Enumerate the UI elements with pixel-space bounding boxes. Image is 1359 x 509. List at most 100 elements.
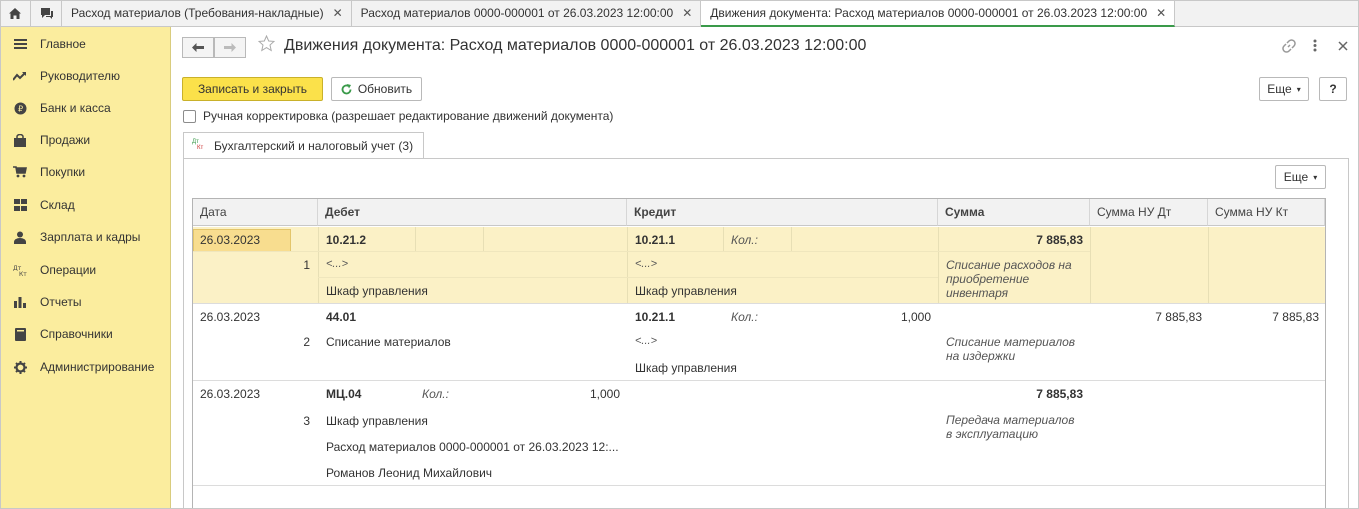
svg-text:Кт: Кт bbox=[19, 271, 27, 277]
more-button[interactable]: Еще ▾ bbox=[1259, 77, 1309, 101]
sidebar-item-label: Главное bbox=[40, 37, 86, 51]
tab-material-document[interactable]: Расход материалов 0000-000001 от 26.03.2… bbox=[352, 0, 702, 26]
chat-icon bbox=[40, 7, 53, 19]
row-number: 2 bbox=[303, 335, 310, 349]
forward-button[interactable] bbox=[214, 37, 246, 58]
tab-material-list[interactable]: Расход материалов (Требования-накладные)… bbox=[62, 0, 352, 26]
sidebar-item-label: Руководителю bbox=[40, 69, 121, 83]
credit-subconto-1: <...> bbox=[635, 258, 658, 270]
book-icon bbox=[0, 327, 40, 341]
sidebar-item-directories[interactable]: Справочники bbox=[0, 319, 171, 349]
sidebar: Главное Руководителю ₽ Банк и касса Прод… bbox=[0, 27, 171, 509]
close-form-icon[interactable] bbox=[1338, 40, 1348, 54]
sidebar-item-purchases[interactable]: Покупки bbox=[0, 157, 171, 187]
more-label: Еще bbox=[1267, 82, 1292, 96]
sidebar-item-label: Операции bbox=[40, 263, 97, 277]
operation-comment: Списание материалов на издержки bbox=[946, 335, 1076, 363]
sidebar-item-main[interactable]: Главное bbox=[0, 29, 171, 59]
sidebar-item-manager[interactable]: Руководителю bbox=[0, 61, 171, 91]
sidebar-item-label: Администрирование bbox=[40, 360, 155, 374]
link-icon[interactable] bbox=[1282, 39, 1296, 56]
bar-chart-icon bbox=[0, 296, 40, 308]
tab-accounting[interactable]: Дт Кт Бухгалтерский и налоговый учет (3) bbox=[183, 132, 425, 159]
tab-document-movements[interactable]: Движения документа: Расход материалов 00… bbox=[701, 0, 1176, 27]
movements-table[interactable]: Дата Дебет Кредит Сумма Сумма НУ Дт Сумм… bbox=[192, 198, 1326, 509]
save-and-close-label: Записать и закрыть bbox=[197, 82, 308, 96]
column-header-nu-dt[interactable]: Сумма НУ Дт bbox=[1090, 199, 1208, 226]
arrow-left-icon bbox=[192, 43, 204, 52]
debit-account: МЦ.04 bbox=[326, 387, 362, 401]
sidebar-item-warehouse[interactable]: Склад bbox=[0, 190, 171, 220]
row-date: 26.03.2023 bbox=[200, 233, 261, 247]
refresh-icon bbox=[341, 83, 352, 94]
operation-comment: Списание расходов на приобретение инвент… bbox=[946, 258, 1072, 300]
sum-value: 7 885,83 bbox=[1036, 387, 1083, 401]
home-button[interactable] bbox=[0, 0, 31, 26]
sidebar-item-bank[interactable]: ₽ Банк и касса bbox=[0, 93, 171, 123]
debit-subconto-1: Шкаф управления bbox=[326, 414, 428, 428]
discussions-button[interactable] bbox=[31, 0, 62, 26]
sidebar-item-label: Зарплата и кадры bbox=[40, 230, 141, 244]
column-header-debit[interactable]: Дебет bbox=[318, 199, 627, 226]
sidebar-item-label: Продажи bbox=[40, 133, 91, 147]
page-title: Движения документа: Расход материалов 00… bbox=[284, 37, 867, 54]
credit-subconto-2: Шкаф управления bbox=[635, 284, 737, 298]
cart-icon bbox=[0, 166, 40, 178]
sum-value: 7 885,83 bbox=[1036, 233, 1083, 247]
column-header-credit[interactable]: Кредит bbox=[627, 199, 938, 226]
debit-subconto-2: Расход материалов 0000-000001 от 26.03.2… bbox=[326, 440, 619, 454]
sidebar-item-operations[interactable]: Дт Кт Операции bbox=[0, 255, 171, 285]
debit-subconto-1: Списание материалов bbox=[326, 335, 451, 349]
debit-subconto-1: <...> bbox=[326, 258, 349, 270]
refresh-button[interactable]: Обновить bbox=[331, 77, 422, 101]
tab-label: Движения документа: Расход материалов 00… bbox=[710, 5, 1148, 20]
help-button[interactable]: ? bbox=[1319, 77, 1347, 101]
sidebar-item-salary[interactable]: Зарплата и кадры bbox=[0, 222, 171, 252]
svg-text:₽: ₽ bbox=[17, 104, 22, 113]
bag-icon bbox=[0, 133, 40, 147]
favorite-star-icon[interactable] bbox=[257, 34, 276, 55]
sidebar-item-reports[interactable]: Отчеты bbox=[0, 287, 171, 317]
debit-account: 44.01 bbox=[326, 310, 357, 324]
home-icon bbox=[9, 7, 21, 19]
dt-kt-icon: Дт Кт bbox=[0, 264, 40, 277]
row-number: 3 bbox=[303, 414, 310, 428]
sidebar-item-sales[interactable]: Продажи bbox=[0, 125, 171, 155]
column-header-date[interactable]: Дата bbox=[193, 199, 318, 226]
debit-subconto-2: Шкаф управления bbox=[326, 284, 428, 298]
back-button[interactable] bbox=[182, 37, 214, 58]
credit-qty-label: Кол.: bbox=[731, 233, 758, 247]
credit-subconto-1: <...> bbox=[635, 335, 658, 347]
row-number: 1 bbox=[303, 258, 310, 272]
refresh-label: Обновить bbox=[357, 82, 413, 96]
debit-qty: 1,000 bbox=[589, 387, 620, 401]
credit-qty-label: Кол.: bbox=[731, 310, 758, 324]
dt-kt-icon: Дт Кт bbox=[192, 139, 204, 151]
trend-icon bbox=[0, 71, 40, 81]
credit-qty: 1,000 bbox=[900, 310, 931, 324]
chevron-down-icon: ▾ bbox=[1296, 84, 1301, 94]
close-icon[interactable]: ✕ bbox=[1156, 6, 1166, 20]
column-header-sum[interactable]: Сумма bbox=[938, 199, 1090, 226]
more-vertical-icon[interactable] bbox=[1313, 39, 1317, 55]
gear-icon bbox=[0, 360, 40, 374]
tab-accounting-label: Бухгалтерский и налоговый учет (3) bbox=[214, 139, 414, 153]
main-panel: Движения документа: Расход материалов 00… bbox=[172, 27, 1359, 509]
tab-label: Расход материалов (Требования-накладные) bbox=[71, 6, 324, 20]
operation-comment: Передача материалов в эксплуатацию bbox=[946, 413, 1075, 441]
save-and-close-button[interactable]: Записать и закрыть bbox=[182, 77, 323, 101]
sidebar-item-administration[interactable]: Администрирование bbox=[0, 352, 171, 382]
close-icon[interactable]: ✕ bbox=[333, 6, 343, 20]
row-date: 26.03.2023 bbox=[200, 310, 261, 324]
row-date: 26.03.2023 bbox=[200, 387, 261, 401]
credit-account: 10.21.1 bbox=[635, 310, 676, 324]
nu-kt-value: 7 885,83 bbox=[1272, 310, 1319, 324]
manual-edit-checkbox[interactable] bbox=[183, 110, 196, 123]
column-header-nu-kt[interactable]: Сумма НУ Кт bbox=[1208, 199, 1325, 226]
sidebar-item-label: Покупки bbox=[40, 165, 86, 179]
warehouse-icon bbox=[0, 199, 40, 211]
help-label: ? bbox=[1329, 82, 1337, 96]
sidebar-item-label: Отчеты bbox=[40, 295, 82, 309]
table-more-button[interactable]: Еще ▾ bbox=[1275, 165, 1326, 189]
close-icon[interactable]: ✕ bbox=[682, 6, 692, 20]
